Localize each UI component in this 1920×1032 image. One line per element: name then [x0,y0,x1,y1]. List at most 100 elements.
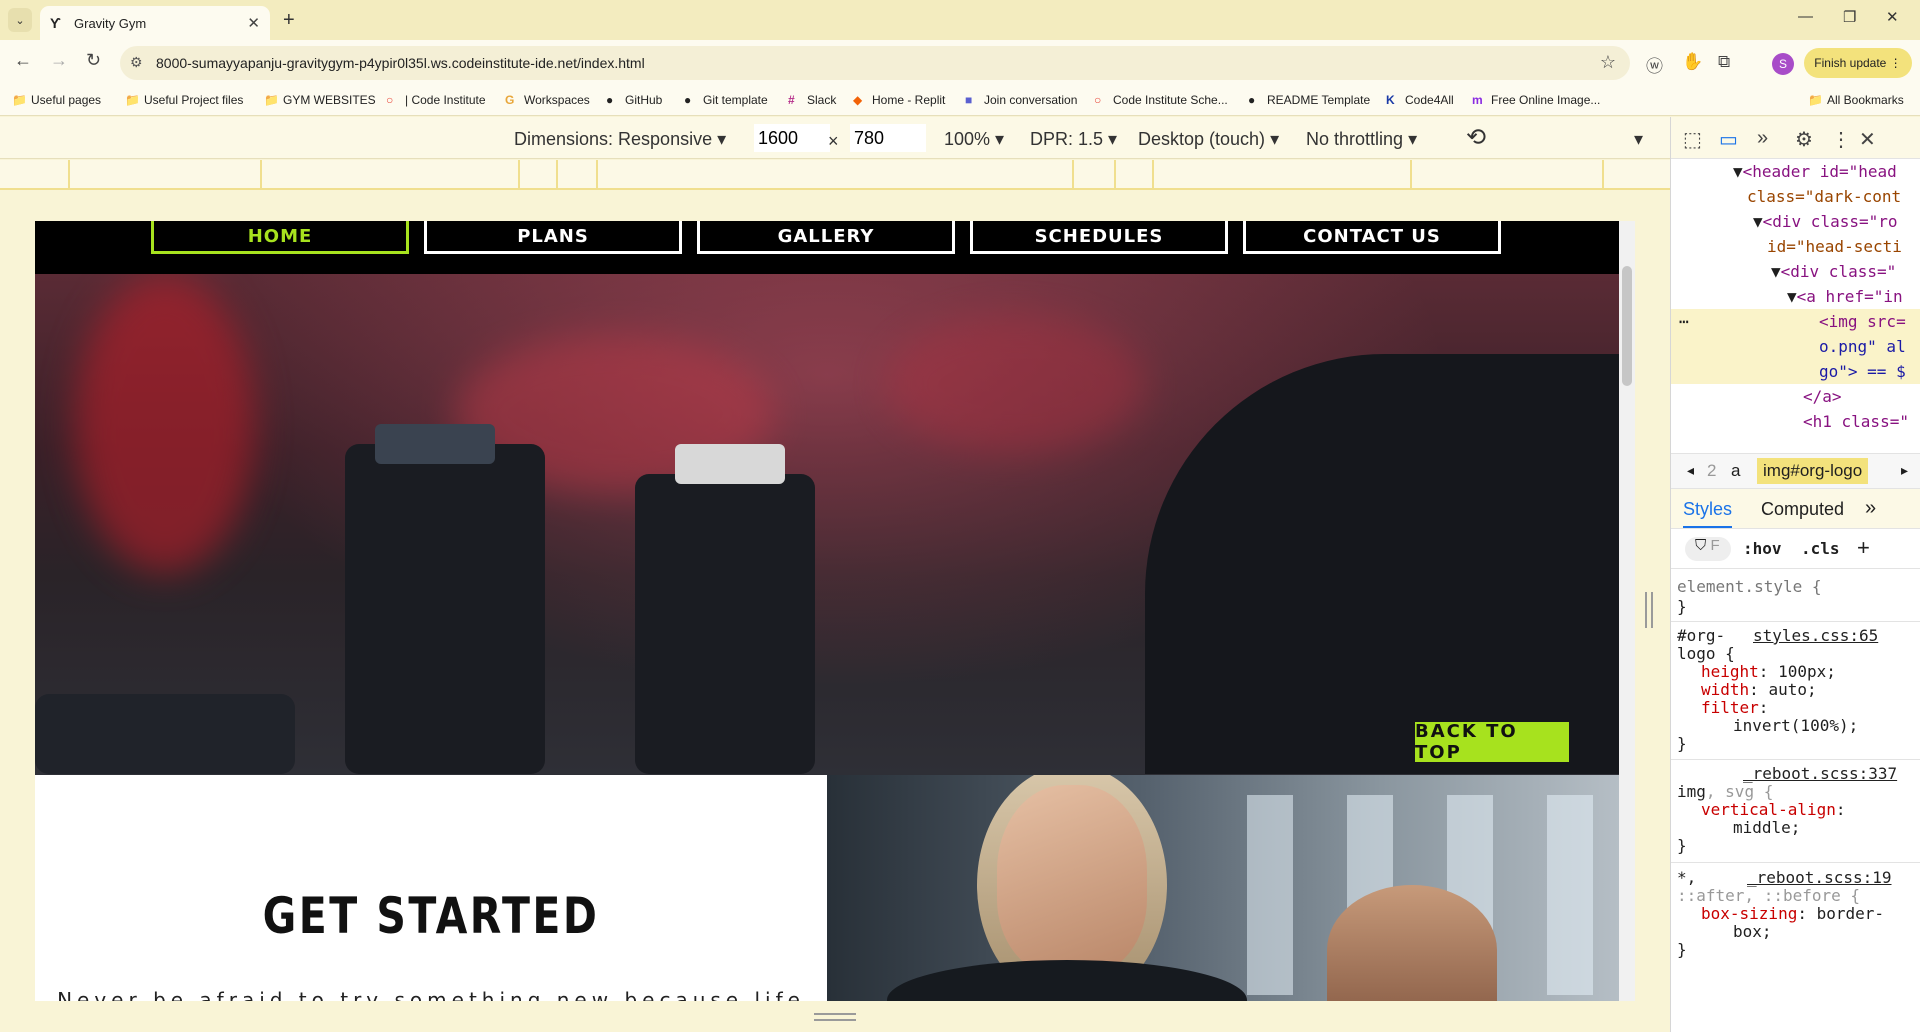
close-window-icon[interactable]: ✕ [1886,8,1899,26]
ellipsis-icon[interactable]: ⋯ [1679,309,1699,334]
crumb-next-icon[interactable]: ▸ [1901,462,1908,479]
declaration[interactable]: height: 100px; [1677,663,1920,681]
dpr-select[interactable]: DPR: 1.5 ▾ [1030,129,1117,150]
close-tab-icon[interactable]: ✕ [247,14,260,32]
bookmark-item[interactable]: G Workspaces [505,93,590,107]
resize-handle-bottom[interactable] [814,1013,856,1021]
bookmark-item[interactable]: ● GitHub [606,93,662,107]
bookmark-item[interactable]: ◆ Home - Replit [853,93,945,107]
more-tabs-icon[interactable]: » [1865,497,1876,520]
filter-input[interactable]: ⛉ F [1685,537,1731,561]
declaration[interactable]: box-sizing: border- [1677,905,1920,923]
dom-node[interactable]: id="head-secti [1671,234,1920,259]
width-input[interactable] [754,124,830,152]
bookmark-item[interactable]: ○ Code Institute Sche... [1094,93,1228,107]
bookmark-item[interactable]: ○ | Code Institute [386,93,486,107]
bookmark-item[interactable]: K Code4All [1386,93,1454,107]
active-tab[interactable]: ϒ Gravity Gym ✕ [40,6,270,40]
dom-node-selected[interactable]: <img src= o.png" al go"> == $ [1671,309,1920,384]
close-devtools-icon[interactable]: ✕ [1859,127,1876,152]
more-tabs-icon[interactable]: » [1757,127,1768,150]
settings-gear-icon[interactable]: ⚙ [1795,127,1813,152]
restore-icon[interactable]: ❐ [1843,8,1856,26]
new-tab-icon[interactable]: + [283,9,295,32]
prop-value[interactable]: box; [1677,923,1920,941]
ruler-tick[interactable] [518,160,520,190]
bookmark-item[interactable]: 📁 Useful Project files [125,93,243,107]
ruler-tick[interactable] [68,160,70,190]
ruler-tick[interactable] [1072,160,1074,190]
bookmark-item[interactable]: ■ Join conversation [965,93,1077,107]
device-mode-select[interactable]: Desktop (touch) ▾ [1138,129,1279,150]
prop-value[interactable]: middle; [1677,819,1920,837]
reload-icon[interactable]: ↻ [86,50,101,71]
forward-icon[interactable]: → [50,50,68,71]
ruler-tick[interactable] [260,160,262,190]
back-icon[interactable]: ← [14,50,32,71]
bookmark-item[interactable]: m Free Online Image... [1472,93,1600,107]
source-link[interactable]: styles.css:65 [1753,627,1878,645]
source-link[interactable]: _reboot.scss:337 [1743,764,1897,783]
extensions-icon[interactable]: ⧉ [1718,52,1730,72]
new-rule-icon[interactable]: + [1857,535,1870,561]
height-input[interactable] [850,124,926,152]
ruler-tick[interactable] [1114,160,1116,190]
nav-schedules[interactable]: SCHEDULES [970,221,1228,254]
dom-node[interactable]: </a> [1671,384,1920,409]
source-link[interactable]: _reboot.scss:19 [1747,869,1892,887]
extension-puzzle-hand-icon[interactable]: ✋ [1682,52,1703,72]
scrollbar-thumb[interactable] [1622,266,1632,386]
bookmark-item[interactable]: ● README Template [1248,93,1370,107]
ruler-tick[interactable] [1410,160,1412,190]
bookmark-item[interactable]: 📁 Useful pages [12,93,101,107]
ruler-tick[interactable] [556,160,558,190]
declaration[interactable]: width: auto; [1677,681,1920,699]
device-toggle-icon[interactable]: ▭ [1719,127,1738,152]
dom-node[interactable]: ▼<header id="head [1671,159,1920,184]
rotate-icon[interactable]: ⟲ [1466,123,1486,152]
nav-plans[interactable]: PLANS [424,221,682,254]
tab-search-button[interactable]: ⌄ [8,8,32,32]
address-bar[interactable]: ⚙ 8000-sumayyapanju-gravitygym-p4ypir0l3… [120,46,1630,80]
media-query-ruler[interactable] [0,160,1670,190]
dom-node[interactable]: ▼<div class="ro [1671,209,1920,234]
crumb-selected[interactable]: img#org-logo [1757,458,1869,484]
site-info-icon[interactable]: ⚙ [130,54,143,71]
dom-node[interactable]: ▼<a href="in [1671,284,1920,309]
profile-avatar[interactable]: S [1772,53,1794,75]
page-scrollbar[interactable] [1619,221,1635,1001]
inspect-element-icon[interactable]: ⬚ [1683,127,1702,152]
crumb[interactable]: 2 [1707,461,1716,481]
nav-home[interactable]: HOME [151,221,409,254]
nav-contact-us[interactable]: CONTACT US [1243,221,1501,254]
dom-node[interactable]: ▼<div class=" [1671,259,1920,284]
ruler-tick[interactable] [1602,160,1604,190]
all-bookmarks[interactable]: 📁 All Bookmarks [1808,93,1904,107]
bookmark-item[interactable]: ● Git template [684,93,768,107]
bookmark-star-icon[interactable]: ☆ [1600,52,1616,73]
declaration[interactable]: filter: [1677,699,1920,717]
dom-node[interactable]: <h1 class=" [1671,409,1920,434]
dimensions-select[interactable]: Dimensions: Responsive ▾ [514,129,726,150]
prop-value[interactable]: invert(100%); [1677,717,1920,735]
hov-toggle[interactable]: :hov [1743,539,1782,558]
tab-computed[interactable]: Computed [1761,499,1844,520]
tab-styles[interactable]: Styles [1683,499,1733,528]
bookmark-item[interactable]: # Slack [788,93,836,107]
ruler-tick[interactable] [596,160,598,190]
back-to-top-button[interactable]: BACK TO TOP [1415,721,1569,763]
minimize-icon[interactable]: — [1798,8,1813,25]
extension-w-icon[interactable]: ⓦ [1646,52,1663,77]
more-options-chevron-icon[interactable]: ▾ [1634,129,1643,150]
nav-gallery[interactable]: GALLERY [697,221,955,254]
declaration[interactable]: vertical-align: [1677,801,1920,819]
zoom-select[interactable]: 100% ▾ [944,129,1004,150]
cls-toggle[interactable]: .cls [1801,539,1840,558]
kebab-menu-icon[interactable]: ⋮ [1831,127,1851,152]
ruler-tick[interactable] [1152,160,1154,190]
throttling-select[interactable]: No throttling ▾ [1306,129,1417,150]
resize-handle-right[interactable] [1645,592,1653,628]
crumb[interactable]: a [1731,461,1740,481]
finish-update-button[interactable]: Finish update ⋮ [1804,48,1912,78]
crumb-prev-icon[interactable]: ◂ [1687,462,1694,479]
